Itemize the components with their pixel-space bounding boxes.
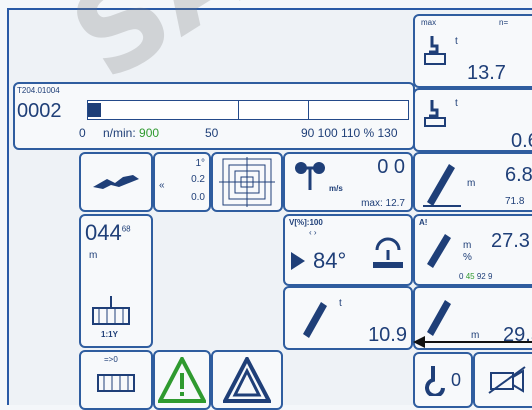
play-icon bbox=[291, 252, 305, 275]
speed-bar-panel: T204.01004 0002 0 n/min: 900 50 90 100 1… bbox=[13, 82, 415, 150]
unit-m: m bbox=[463, 240, 472, 251]
v-percent-label: V[%]:100 bbox=[289, 218, 323, 227]
pointer-arrow bbox=[413, 336, 532, 348]
camera-off-icon bbox=[488, 366, 526, 394]
wind-value: 0 0 bbox=[377, 156, 405, 178]
speed-bar bbox=[87, 100, 409, 120]
counter-value: 0002 bbox=[17, 100, 62, 122]
wind-unit: m/s bbox=[329, 184, 343, 193]
hook-weight-icon bbox=[423, 98, 449, 128]
load-panel: t 10.9 bbox=[283, 286, 413, 350]
alert-label: A! bbox=[419, 218, 428, 227]
hare-speed-button[interactable] bbox=[79, 152, 153, 212]
wind-panel: 0 0 m/s max: 12.7 bbox=[283, 152, 413, 212]
anemometer-icon bbox=[291, 158, 333, 197]
boom-load-icon bbox=[299, 296, 333, 343]
n-min-value: 900 bbox=[139, 126, 160, 140]
load-percent-value: 27.3 bbox=[491, 230, 530, 252]
hook-weight-icon bbox=[423, 34, 449, 66]
max-label: max bbox=[421, 18, 437, 27]
scale-0: 0 bbox=[459, 272, 464, 281]
angle-panel: « 1° 0.2 0.0 bbox=[153, 152, 211, 212]
boom-icon bbox=[421, 158, 463, 213]
warning-blue-button[interactable] bbox=[211, 350, 283, 410]
crane-display-screen: SAL max n= t 13.7 t 0.6 T204.01004 0002 … bbox=[7, 0, 532, 410]
target-button[interactable] bbox=[211, 152, 283, 212]
wind-max: max: 12.7 bbox=[361, 198, 405, 209]
hoist-icon bbox=[97, 374, 135, 392]
boom-unit: m bbox=[467, 178, 476, 189]
angle-line-2: 0.2 bbox=[191, 174, 205, 185]
n-label: n= bbox=[499, 18, 509, 27]
scale-left: 0 bbox=[79, 126, 86, 140]
unit-percent: % bbox=[463, 252, 472, 263]
angle-line-1: 1° bbox=[195, 158, 205, 169]
hoist-mode-button[interactable]: =>0 bbox=[79, 350, 153, 410]
angle-line-3: 0.0 bbox=[191, 192, 205, 203]
load-percent-panel: A! m % 27.3 0 45 92 9 bbox=[413, 214, 532, 286]
n-min-label: n/min: bbox=[103, 126, 136, 140]
current-load-panel: t 0.6 bbox=[413, 88, 532, 152]
scale-50: 50 bbox=[205, 126, 219, 140]
max-load-value: 13.7 bbox=[467, 62, 506, 84]
ratio-label: 1:1Y bbox=[101, 330, 118, 339]
camera-off-button[interactable] bbox=[473, 352, 532, 408]
height-value: 044 bbox=[85, 220, 122, 245]
scale-92: 92 bbox=[476, 272, 486, 281]
slew-angle: 84° bbox=[313, 248, 347, 273]
speed-bar-fill bbox=[88, 103, 101, 117]
boom-length-panel: m 6.8 71.8 bbox=[413, 152, 532, 212]
max-load-panel: max n= t 13.7 bbox=[413, 14, 532, 88]
height-panel: 04468 m 1:1Y bbox=[79, 214, 153, 348]
hook-icon bbox=[425, 366, 445, 396]
device-code: T204.01004 bbox=[17, 86, 60, 95]
hazard-triangle-icon bbox=[223, 357, 271, 403]
scale-45: 45 bbox=[465, 272, 475, 281]
hook-count-button[interactable]: 0 bbox=[413, 352, 473, 408]
hook-count: 0 bbox=[450, 369, 461, 390]
slew-arrows-icon: ‹ › bbox=[309, 228, 317, 237]
rewind-icon: « bbox=[159, 180, 165, 191]
scale-right: 90 100 110 % 130 bbox=[301, 126, 398, 140]
warning-green-button[interactable] bbox=[153, 350, 211, 410]
boom-sub-value: 71.8 bbox=[505, 196, 525, 207]
hoist-icon bbox=[91, 296, 131, 333]
current-load-value: 0.6 bbox=[511, 130, 532, 152]
load-unit: t bbox=[339, 298, 342, 309]
max-unit: t bbox=[455, 36, 458, 47]
load-value: 10.9 bbox=[368, 324, 407, 346]
hoist-mode-label: =>0 bbox=[104, 355, 118, 364]
current-load-unit: t bbox=[455, 98, 458, 109]
warning-triangle-icon bbox=[158, 357, 206, 403]
slew-panel: V[%]:100 ‹ › 84° bbox=[283, 214, 413, 286]
height-sup: 68 bbox=[121, 224, 131, 234]
boom-icon bbox=[423, 228, 457, 273]
scale-9: 9 bbox=[487, 272, 493, 281]
height-unit: m bbox=[89, 250, 98, 261]
slew-hook-icon bbox=[371, 230, 405, 275]
hare-icon bbox=[93, 175, 139, 189]
boom-value: 6.8 bbox=[505, 164, 532, 186]
boom-radius-icon bbox=[423, 294, 457, 341]
target-icon bbox=[219, 157, 275, 207]
